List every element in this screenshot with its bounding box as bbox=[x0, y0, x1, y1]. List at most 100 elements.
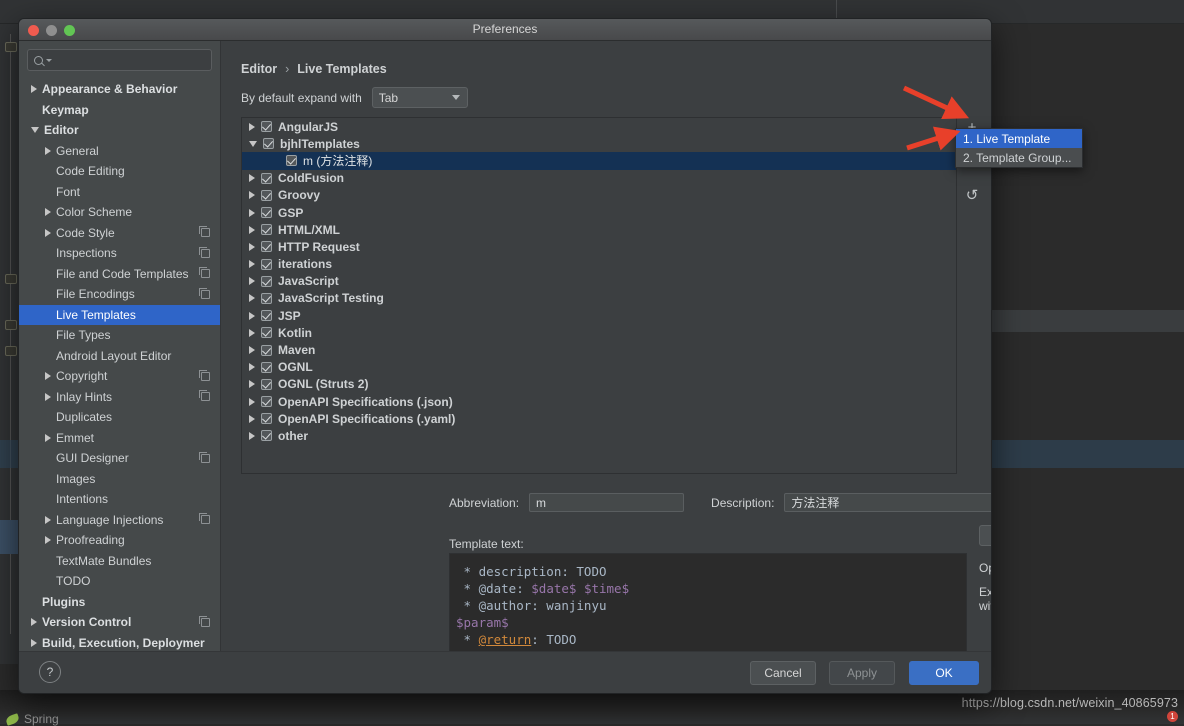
template-list-item[interactable]: m (方法注释) bbox=[242, 152, 956, 169]
chevron-right-icon[interactable] bbox=[249, 243, 255, 251]
template-list-item[interactable]: bjhlTemplates bbox=[242, 135, 956, 152]
sidebar-item-images[interactable]: Images bbox=[19, 469, 220, 490]
breadcrumb-parent[interactable]: Editor bbox=[241, 62, 277, 76]
sidebar-item-code-style[interactable]: Code Style bbox=[19, 223, 220, 244]
sidebar-item-todo[interactable]: TODO bbox=[19, 571, 220, 592]
chevron-right-icon[interactable] bbox=[249, 226, 255, 234]
checkbox-icon[interactable] bbox=[261, 173, 272, 184]
sidebar-item-build-execution-deploymer[interactable]: Build, Execution, Deploymer bbox=[19, 633, 220, 652]
checkbox-icon[interactable] bbox=[286, 155, 297, 166]
checkbox-icon[interactable] bbox=[261, 310, 272, 321]
chevron-right-icon[interactable] bbox=[45, 393, 51, 401]
sidebar-item-emmet[interactable]: Emmet bbox=[19, 428, 220, 449]
sidebar-item-proofreading[interactable]: Proofreading bbox=[19, 530, 220, 551]
sidebar-item-appearance-behavior[interactable]: Appearance & Behavior bbox=[19, 79, 220, 100]
checkbox-icon[interactable] bbox=[261, 207, 272, 218]
default-expand-select[interactable]: Tab bbox=[372, 87, 468, 108]
checkbox-icon[interactable] bbox=[261, 396, 272, 407]
chevron-right-icon[interactable] bbox=[249, 398, 255, 406]
template-group-list[interactable]: AngularJSbjhlTemplatesm (方法注释)ColdFusion… bbox=[241, 117, 957, 474]
checkbox-icon[interactable] bbox=[261, 430, 272, 441]
chevron-right-icon[interactable] bbox=[45, 147, 51, 155]
chevron-right-icon[interactable] bbox=[31, 618, 37, 626]
sidebar-item-file-encodings[interactable]: File Encodings bbox=[19, 284, 220, 305]
sidebar-item-file-and-code-templates[interactable]: File and Code Templates bbox=[19, 264, 220, 285]
checkbox-icon[interactable] bbox=[261, 413, 272, 424]
chevron-right-icon[interactable] bbox=[45, 372, 51, 380]
chevron-right-icon[interactable] bbox=[249, 312, 255, 320]
checkbox-icon[interactable] bbox=[261, 241, 272, 252]
chevron-right-icon[interactable] bbox=[249, 209, 255, 217]
checkbox-icon[interactable] bbox=[261, 345, 272, 356]
template-list-item[interactable]: Kotlin bbox=[242, 324, 956, 341]
help-button[interactable]: ? bbox=[39, 661, 61, 683]
sidebar-item-file-types[interactable]: File Types bbox=[19, 325, 220, 346]
chevron-right-icon[interactable] bbox=[249, 277, 255, 285]
add-template-popup-menu[interactable]: 1. Live Template2. Template Group... bbox=[955, 128, 1083, 168]
chevron-right-icon[interactable] bbox=[249, 380, 255, 388]
dialog-titlebar[interactable]: Preferences bbox=[19, 19, 991, 41]
revert-changes-button[interactable]: ↺ bbox=[962, 185, 982, 205]
chevron-right-icon[interactable] bbox=[249, 174, 255, 182]
sidebar-item-editor[interactable]: Editor bbox=[19, 120, 220, 141]
sidebar-item-inlay-hints[interactable]: Inlay Hints bbox=[19, 387, 220, 408]
chevron-right-icon[interactable] bbox=[249, 415, 255, 423]
checkbox-icon[interactable] bbox=[261, 121, 272, 132]
chevron-right-icon[interactable] bbox=[249, 191, 255, 199]
sidebar-item-keymap[interactable]: Keymap bbox=[19, 100, 220, 121]
sidebar-item-textmate-bundles[interactable]: TextMate Bundles bbox=[19, 551, 220, 572]
description-input[interactable]: 方法注释 bbox=[784, 493, 992, 512]
chevron-right-icon[interactable] bbox=[31, 639, 37, 647]
checkbox-icon[interactable] bbox=[261, 224, 272, 235]
chevron-right-icon[interactable] bbox=[249, 346, 255, 354]
chevron-right-icon[interactable] bbox=[249, 432, 255, 440]
popup-menu-item[interactable]: 1. Live Template bbox=[956, 129, 1082, 148]
template-list-item[interactable]: iterations bbox=[242, 256, 956, 273]
chevron-right-icon[interactable] bbox=[31, 85, 37, 93]
cancel-button[interactable]: Cancel bbox=[750, 661, 816, 685]
sidebar-item-inspections[interactable]: Inspections bbox=[19, 243, 220, 264]
sidebar-item-font[interactable]: Font bbox=[19, 182, 220, 203]
template-list-item[interactable]: other bbox=[242, 427, 956, 444]
chevron-right-icon[interactable] bbox=[45, 229, 51, 237]
apply-button[interactable]: Apply bbox=[829, 661, 895, 685]
template-list-item[interactable]: OGNL bbox=[242, 359, 956, 376]
ok-button[interactable]: OK bbox=[909, 661, 979, 685]
template-list-item[interactable]: GSP bbox=[242, 204, 956, 221]
template-list-item[interactable]: AngularJS bbox=[242, 118, 956, 135]
sidebar-item-color-scheme[interactable]: Color Scheme bbox=[19, 202, 220, 223]
sidebar-item-android-layout-editor[interactable]: Android Layout Editor bbox=[19, 346, 220, 367]
template-list-item[interactable]: OpenAPI Specifications (.yaml) bbox=[242, 410, 956, 427]
checkbox-icon[interactable] bbox=[261, 190, 272, 201]
template-text-editor[interactable]: * description: TODO * @date: $date$ $tim… bbox=[449, 553, 967, 660]
template-list-item[interactable]: ColdFusion bbox=[242, 170, 956, 187]
chevron-right-icon[interactable] bbox=[249, 294, 255, 302]
search-box[interactable] bbox=[27, 49, 212, 71]
template-list-item[interactable]: JavaScript Testing bbox=[242, 290, 956, 307]
checkbox-icon[interactable] bbox=[261, 327, 272, 338]
sidebar-item-live-templates[interactable]: Live Templates bbox=[19, 305, 220, 326]
chevron-right-icon[interactable] bbox=[45, 208, 51, 216]
chevron-right-icon[interactable] bbox=[45, 434, 51, 442]
sidebar-item-code-editing[interactable]: Code Editing bbox=[19, 161, 220, 182]
popup-menu-item[interactable]: 2. Template Group... bbox=[956, 148, 1082, 167]
sidebar-item-language-injections[interactable]: Language Injections bbox=[19, 510, 220, 531]
chevron-right-icon[interactable] bbox=[249, 260, 255, 268]
abbreviation-input[interactable]: m bbox=[529, 493, 684, 512]
checkbox-icon[interactable] bbox=[261, 276, 272, 287]
sidebar-item-copyright[interactable]: Copyright bbox=[19, 366, 220, 387]
template-list-item[interactable]: Groovy bbox=[242, 187, 956, 204]
sidebar-item-gui-designer[interactable]: GUI Designer bbox=[19, 448, 220, 469]
chevron-right-icon[interactable] bbox=[249, 123, 255, 131]
template-list-item[interactable]: HTTP Request bbox=[242, 238, 956, 255]
template-list-item[interactable]: Maven bbox=[242, 341, 956, 358]
sidebar-item-general[interactable]: General bbox=[19, 141, 220, 162]
sidebar-item-duplicates[interactable]: Duplicates bbox=[19, 407, 220, 428]
template-list-item[interactable]: OpenAPI Specifications (.json) bbox=[242, 393, 956, 410]
checkbox-icon[interactable] bbox=[261, 362, 272, 373]
search-input[interactable] bbox=[52, 53, 207, 67]
chevron-right-icon[interactable] bbox=[249, 363, 255, 371]
chevron-right-icon[interactable] bbox=[249, 329, 255, 337]
chevron-right-icon[interactable] bbox=[45, 536, 51, 544]
sidebar-item-version-control[interactable]: Version Control bbox=[19, 612, 220, 633]
